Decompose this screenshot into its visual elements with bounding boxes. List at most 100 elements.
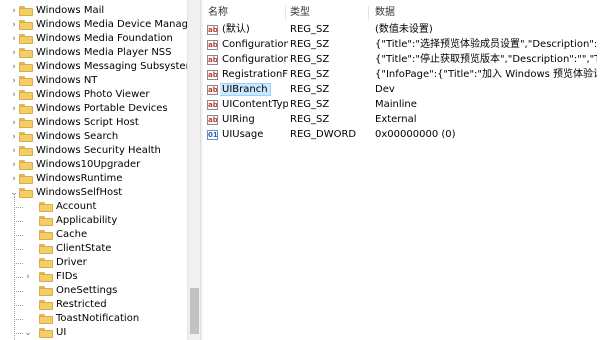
chevron-right-icon[interactable]: › bbox=[9, 18, 19, 32]
value-data: {"Title":"选择预览体验成员设置","Description":"... bbox=[375, 39, 597, 50]
registry-key-tree[interactable]: › Windows Mail › Windows Media Device Manag… bbox=[0, 0, 187, 340]
value-row[interactable]: ab UIBranch REG_SZ Dev bbox=[203, 83, 600, 97]
tree-item-label: Windows Portable Devices bbox=[36, 103, 168, 114]
tree-item-label: ToastNotification bbox=[56, 313, 140, 324]
tree-item[interactable]: ToastNotification bbox=[0, 312, 187, 326]
tree-item[interactable]: › Windows Security Health bbox=[0, 144, 187, 158]
tree-item[interactable]: › Windows Search bbox=[0, 130, 187, 144]
value-name-text: UIBranch bbox=[220, 83, 271, 96]
value-name-text: UIUsage bbox=[222, 129, 264, 140]
tree-scroll-thumb[interactable] bbox=[190, 288, 199, 334]
tree-item[interactable]: › Windows Messaging Subsystem bbox=[0, 60, 187, 74]
chevron-right-icon[interactable]: › bbox=[9, 130, 19, 144]
chevron-right-icon[interactable]: › bbox=[23, 270, 33, 284]
tree-item[interactable]: › Windows Media Device Manager bbox=[0, 18, 187, 32]
string-value-icon: ab bbox=[207, 100, 218, 110]
value-type: REG_SZ bbox=[290, 114, 330, 125]
value-row[interactable]: ab (默认) REG_SZ (数值未设置) bbox=[203, 23, 600, 37]
tree-item-label: Windows10Upgrader bbox=[36, 159, 141, 170]
folder-icon bbox=[39, 328, 53, 338]
tree-guide-connector bbox=[14, 207, 23, 208]
chevron-right-icon[interactable]: › bbox=[9, 88, 19, 102]
folder-icon bbox=[19, 118, 33, 128]
folder-icon-body bbox=[19, 22, 33, 30]
value-row[interactable]: ab RegistrationFlowREG_SZ {"InfoPage":{"Ti… bbox=[203, 68, 600, 82]
folder-icon-body bbox=[19, 36, 33, 44]
chevron-right-icon[interactable]: › bbox=[9, 172, 19, 186]
tree-item[interactable]: Restricted bbox=[0, 298, 187, 312]
registry-value-list[interactable]: 名称 类型 数据 ab (默认) REG_SZ (数值未设置) ab Configurat… bbox=[203, 0, 600, 340]
folder-icon bbox=[19, 34, 33, 44]
tree-item[interactable]: › Windows Script Host bbox=[0, 116, 187, 130]
value-row[interactable]: ab ConfigurationB...REG_SZ {"Title":"选择预览体… bbox=[203, 38, 600, 52]
tree-item[interactable]: Applicability bbox=[0, 214, 187, 228]
tree-item-label: WindowsSelfHost bbox=[36, 187, 123, 198]
tree-item[interactable]: › WindowsRuntime bbox=[0, 172, 187, 186]
tree-item[interactable]: › Windows Media Player NSS bbox=[0, 46, 187, 60]
chevron-right-icon[interactable]: › bbox=[9, 46, 19, 60]
column-divider[interactable] bbox=[285, 6, 286, 20]
tree-item[interactable]: ClientState bbox=[0, 242, 187, 256]
column-header-name[interactable]: 名称 bbox=[208, 6, 228, 20]
tree-item[interactable]: › Windows Media Foundation bbox=[0, 32, 187, 46]
tree-item[interactable]: ⌄ WindowsSelfHost bbox=[0, 186, 187, 200]
tree-item[interactable]: › Windows NT bbox=[0, 74, 187, 88]
chevron-right-icon[interactable]: › bbox=[9, 74, 19, 88]
value-name: UIBranch bbox=[220, 83, 288, 97]
folder-icon bbox=[19, 104, 33, 114]
tree-item-label: Windows Script Host bbox=[36, 117, 139, 128]
chevron-right-icon[interactable]: › bbox=[9, 158, 19, 172]
column-divider[interactable] bbox=[368, 6, 369, 20]
tree-item-label: WindowsRuntime bbox=[36, 173, 123, 184]
value-row[interactable]: 011 UIUsage REG_DWORD 0x00000000 (0) bbox=[203, 128, 600, 142]
value-data: {"InfoPage":{"Title":"加入 Windows 预览体验计..… bbox=[375, 69, 597, 80]
value-type: REG_SZ bbox=[290, 24, 330, 35]
tree-item[interactable]: Account bbox=[0, 200, 187, 214]
folder-icon bbox=[19, 146, 33, 156]
tree-item[interactable]: Cache bbox=[0, 228, 187, 242]
value-name: RegistrationFlow bbox=[220, 68, 288, 82]
chevron-down-icon[interactable]: ⌄ bbox=[23, 326, 33, 340]
string-value-icon: ab bbox=[207, 70, 218, 80]
chevron-right-icon[interactable]: › bbox=[9, 144, 19, 158]
tree-item[interactable]: › Windows Portable Devices bbox=[0, 102, 187, 116]
tree-item-label: Windows Media Player NSS bbox=[36, 47, 172, 58]
value-row[interactable]: ab UIContentType REG_SZ Mainline bbox=[203, 98, 600, 112]
value-row[interactable]: ab UIRing REG_SZ External bbox=[203, 113, 600, 127]
tree-item[interactable]: ⌄ UI bbox=[0, 326, 187, 340]
value-name-text: UIContentType bbox=[222, 99, 288, 110]
folder-icon-body bbox=[39, 204, 53, 212]
chevron-right-icon[interactable]: › bbox=[9, 116, 19, 130]
folder-icon-body bbox=[39, 288, 53, 296]
value-data: {"Title":"停止获取预览版本","Description":"","To… bbox=[375, 54, 597, 65]
folder-icon-body bbox=[19, 106, 33, 114]
folder-icon-body bbox=[19, 162, 33, 170]
tree-item[interactable]: › FIDs bbox=[0, 270, 187, 284]
folder-icon bbox=[19, 76, 33, 86]
chevron-right-icon[interactable]: › bbox=[9, 60, 19, 74]
tree-item[interactable]: › Windows Photo Viewer bbox=[0, 88, 187, 102]
folder-icon-body bbox=[39, 274, 53, 282]
tree-item[interactable]: Driver bbox=[0, 256, 187, 270]
tree-item[interactable]: › Windows Mail bbox=[0, 4, 187, 18]
column-header-data[interactable]: 数据 bbox=[375, 6, 395, 20]
chevron-down-icon[interactable]: ⌄ bbox=[9, 186, 19, 200]
folder-icon bbox=[39, 216, 53, 226]
value-row[interactable]: ab Configuration...REG_SZ {"Title":"停止获取预览… bbox=[203, 53, 600, 67]
chevron-right-icon[interactable]: › bbox=[9, 32, 19, 46]
value-type: REG_SZ bbox=[290, 39, 330, 50]
tree-item-label: Windows Messaging Subsystem bbox=[36, 61, 187, 72]
tree-scrollbar[interactable] bbox=[187, 0, 200, 340]
chevron-right-icon[interactable]: › bbox=[9, 102, 19, 116]
column-header-type[interactable]: 类型 bbox=[290, 6, 310, 20]
tree-item[interactable]: › Windows10Upgrader bbox=[0, 158, 187, 172]
folder-icon-body bbox=[19, 134, 33, 142]
value-type: REG_SZ bbox=[290, 99, 330, 110]
chevron-right-icon[interactable]: › bbox=[9, 4, 19, 18]
tree-item[interactable]: OneSettings bbox=[0, 284, 187, 298]
folder-icon-body bbox=[19, 190, 33, 198]
tree-guide-connector bbox=[14, 221, 23, 222]
tree-guide-connector bbox=[14, 305, 23, 306]
folder-icon bbox=[19, 188, 33, 198]
value-data: (数值未设置) bbox=[375, 24, 433, 35]
